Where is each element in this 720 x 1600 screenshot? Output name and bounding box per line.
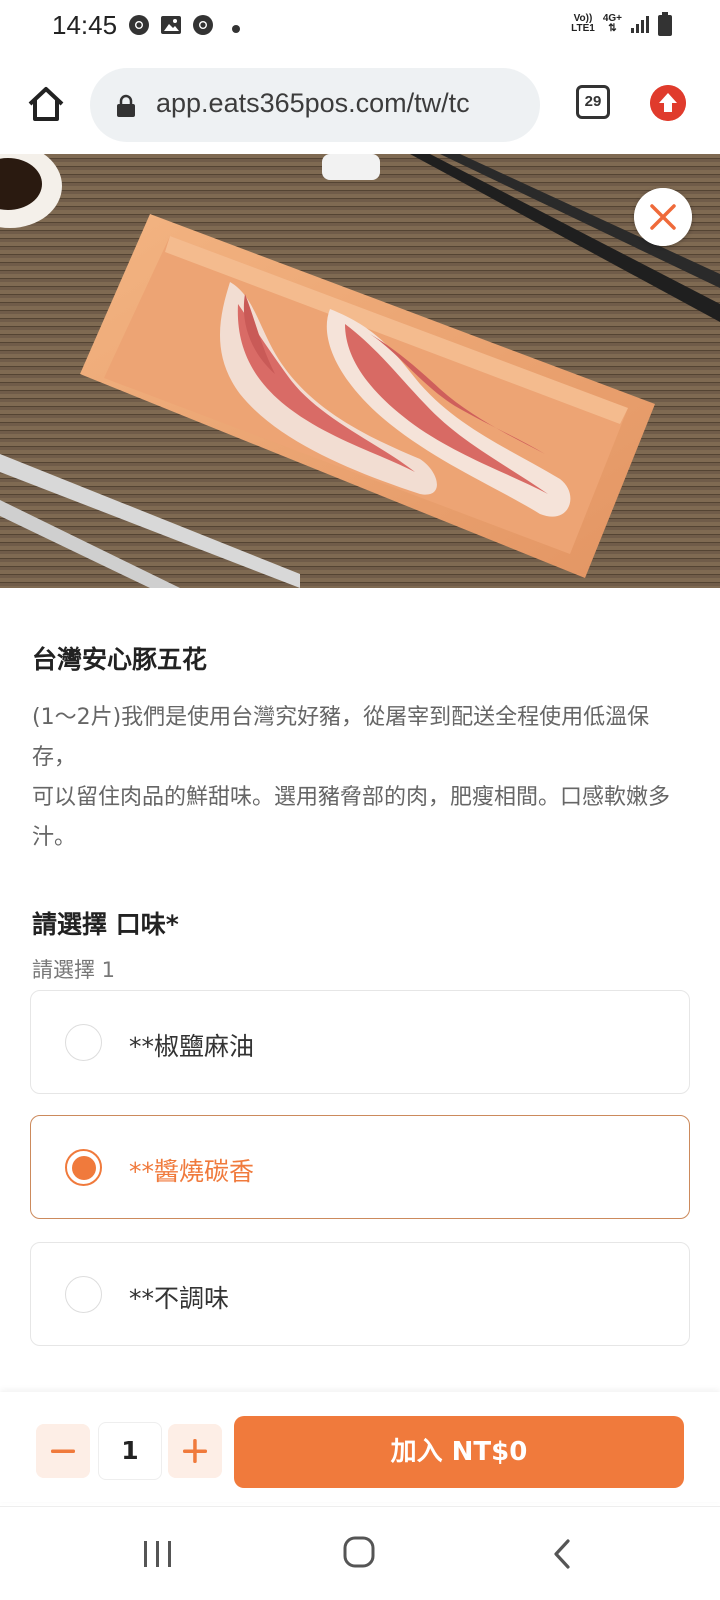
add-to-cart-bar: 1 加入 NT$0 <box>0 1392 720 1502</box>
update-icon[interactable] <box>650 85 686 121</box>
address-bar[interactable]: app.eats365pos.com/tw/tc <box>90 68 540 142</box>
flavor-option-soy-charcoal[interactable]: **醬燒碳香 <box>30 1115 690 1219</box>
option-label: **椒鹽麻油 <box>129 1032 255 1061</box>
close-icon[interactable] <box>634 188 692 246</box>
quantity-value[interactable]: 1 <box>98 1422 162 1480</box>
back-icon[interactable] <box>550 1537 574 1571</box>
option-label: **不調味 <box>129 1284 230 1313</box>
radio-selected-dot <box>72 1156 96 1180</box>
notification-icons <box>128 14 240 36</box>
recent-apps-icon[interactable] <box>140 1537 176 1571</box>
decrease-quantity-button[interactable] <box>36 1424 90 1478</box>
browser-toolbar: app.eats365pos.com/tw/tc 29 <box>0 56 720 152</box>
product-image <box>0 154 720 588</box>
signal-icon <box>631 16 649 33</box>
battery-icon <box>658 12 672 36</box>
network-type: 4G+ ⇅ <box>603 14 622 34</box>
data-arrows-icon: ⇅ <box>608 23 617 34</box>
more-notifications-dot <box>232 24 240 33</box>
status-bar: 14:45 Vo)) LTE1 4G+ ⇅ <box>0 0 720 56</box>
option-group-title: 請選擇 口味* <box>32 910 179 939</box>
status-time: 14:45 <box>52 10 118 40</box>
flavor-option-pepper-salt-sesame[interactable]: **椒鹽麻油 <box>30 990 690 1094</box>
volte-indicator: Vo)) LTE1 <box>571 14 595 34</box>
product-title: 台灣安心豚五花 <box>32 645 208 674</box>
home-icon[interactable] <box>24 82 68 126</box>
tab-switcher-button[interactable]: 29 <box>576 85 610 119</box>
increase-quantity-button[interactable] <box>168 1424 222 1478</box>
pork-belly-photo <box>0 154 720 588</box>
product-description: (1～2片)我們是使用台灣究好豬，從屠宰到配送全程使用低溫保存， 可以留住肉品的… <box>32 705 671 850</box>
option-label: **醬燒碳香 <box>129 1157 255 1186</box>
home-nav-icon[interactable] <box>342 1535 376 1569</box>
system-navigation-bar <box>0 1506 720 1600</box>
lock-icon <box>117 94 135 117</box>
add-to-cart-button[interactable]: 加入 NT$0 <box>234 1416 684 1488</box>
url-text: app.eats365pos.com/tw/tc <box>156 88 470 118</box>
system-status-icons: Vo)) LTE1 4G+ ⇅ <box>571 12 672 36</box>
option-group-requirement: 請選擇 1 <box>32 958 116 982</box>
radio-button-selected[interactable] <box>65 1149 102 1186</box>
gallery-notification-icon <box>161 16 181 34</box>
chrome-notification-icon-2 <box>193 15 213 35</box>
chrome-notification-icon <box>129 15 149 35</box>
radio-button[interactable] <box>65 1276 102 1313</box>
flavor-option-no-seasoning[interactable]: **不調味 <box>30 1242 690 1346</box>
lte-text: LTE1 <box>571 23 595 34</box>
radio-button[interactable] <box>65 1024 102 1061</box>
